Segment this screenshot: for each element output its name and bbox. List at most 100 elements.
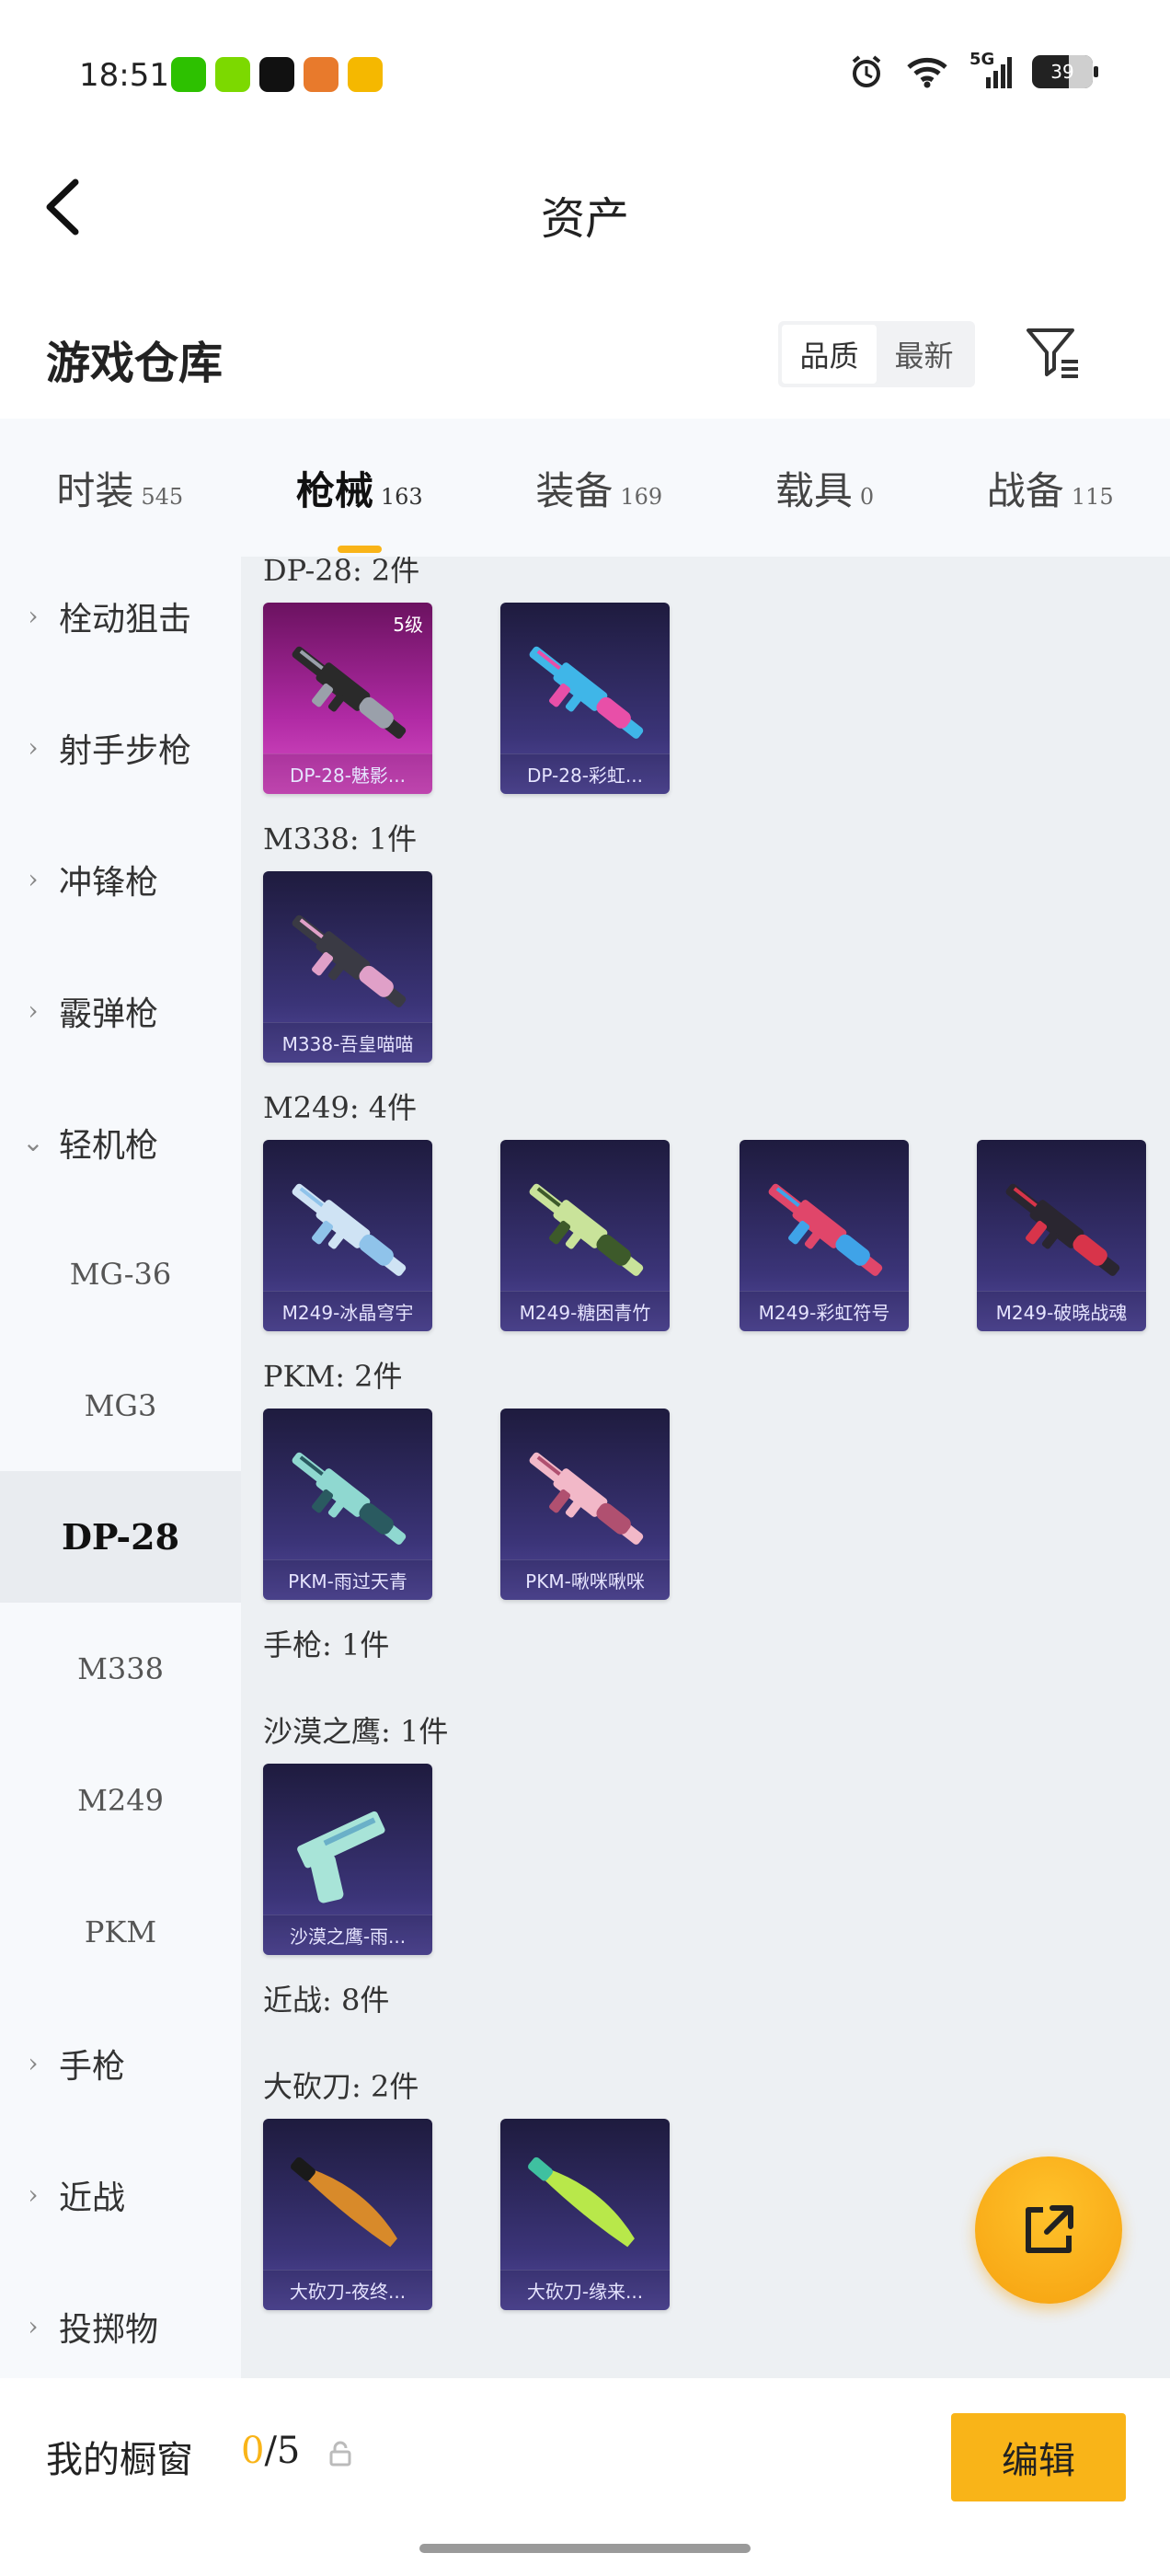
weapon-card[interactable]: M249-糖困青竹 [500,1140,670,1331]
chevron-right-icon: › [28,601,39,631]
sidebar-item-label: 冲锋枪 [59,863,159,902]
tab-count: 169 [620,483,663,510]
sort-toggle: 品质 最新 [778,321,975,387]
sidebar-item-label: PKM [84,1914,157,1949]
weapon-card-label: M338-吾皇喵喵 [263,1022,432,1063]
tab-3[interactable]: 载具 0 [766,460,883,516]
weapon-card-label: PKM-啾咪啾咪 [500,1559,670,1600]
sidebar-item[interactable]: › 栓动狙击 [0,550,241,682]
showcase-current: 0 [241,2430,265,2472]
weapon-card-label: PKM-雨过天青 [263,1559,432,1600]
weapon-card[interactable]: 大砍刀-缘来... [500,2119,670,2310]
game-avatar-icon [304,57,338,92]
tab-2[interactable]: 装备 169 [526,460,671,516]
weapon-card-label: DP-28-彩虹... [500,753,670,794]
sidebar-item[interactable]: › 霰弹枪 [0,945,241,1076]
showcase-total: /5 [264,2430,301,2472]
weapon-card-label: M249-彩虹符号 [740,1291,909,1331]
pistol-image [297,1811,385,1903]
share-button[interactable] [975,2156,1122,2304]
group-label: 大砍刀: 2件 [263,2069,419,2104]
weapon-card[interactable]: M249-彩虹符号 [740,1140,909,1331]
chevron-down-icon: ⌄ [22,1127,44,1157]
battery-icon: 39 [1032,55,1098,88]
weapon-card[interactable]: PKM-啾咪啾咪 [500,1409,670,1600]
tab-count: 0 [859,483,875,510]
status-time: 18:51 [79,57,169,94]
group-label: 沙漠之鹰: 1件 [263,1714,449,1749]
gun-image [768,1183,883,1276]
warehouse-title: 游戏仓库 [46,338,224,389]
level-badge: 5级 [393,614,423,636]
sidebar-item[interactable]: › 射手步枪 [0,682,241,813]
chevron-right-icon: › [28,995,39,1026]
gun-image [292,646,407,739]
sidebar-item[interactable]: M249 [0,1734,241,1866]
showcase-bar: 我的橱窗 0/5 编辑 [0,2378,1170,2576]
tab-label: 装备 [535,467,614,513]
sidebar-item[interactable]: › 手枪 [0,1997,241,2129]
tab-4[interactable]: 战备 115 [978,460,1123,516]
gun-image [1005,1183,1120,1276]
sidebar-item-label: 轻机枪 [59,1126,159,1165]
tab-0[interactable]: 时装 545 [47,460,192,516]
weapon-card[interactable]: PKM-雨过天青 [263,1409,432,1600]
sidebar-item[interactable]: MG3 [0,1340,241,1471]
status-bar: 18:51 5G 39 [0,0,1170,147]
tab-1[interactable]: 枪械 163 [287,460,432,553]
chevron-right-icon: › [28,732,39,763]
sidebar-item[interactable]: DP-28 [0,1471,241,1603]
tab-count: 163 [380,483,423,510]
weapon-card[interactable]: 大砍刀-夜终... [263,2119,432,2310]
filter-button[interactable] [1023,321,1084,382]
sidebar-item-label: 栓动狙击 [59,600,192,638]
group-label: M249: 4件 [263,1090,418,1125]
notification-icons [171,57,383,92]
signal-indicator: 5G [969,50,1012,90]
alarm-icon [852,55,881,87]
gun-image [529,1452,644,1545]
tab-label: 战备 [986,467,1064,513]
category-tabs: 时装 545 枪械 163 装备 169 载具 0 战备 115 [0,419,1170,557]
sidebar-item-label: MG3 [84,1387,157,1423]
chevron-right-icon: › [28,2048,39,2078]
weapon-card[interactable]: 沙漠之鹰-雨... [263,1764,432,1955]
sidebar-item[interactable]: ⌄ 轻机枪 [0,1076,241,1208]
lock-icon [329,2441,351,2467]
sidebar-item-label: 投掷物 [59,2310,159,2349]
sidebar-item[interactable]: › 近战 [0,2129,241,2260]
sidebar-item[interactable]: PKM [0,1866,241,1997]
edit-button[interactable]: 编辑 [951,2413,1126,2501]
weapon-card-label: 大砍刀-夜终... [263,2270,432,2310]
sidebar-item[interactable]: MG-36 [0,1208,241,1340]
weapon-card[interactable]: M338-吾皇喵喵 [263,871,432,1063]
weapon-card[interactable]: M249-破晓战魂 [977,1140,1146,1331]
sort-option-newest[interactable]: 最新 [877,325,971,384]
sidebar-item-label: 射手步枪 [59,731,192,770]
sidebar-item[interactable]: › 投掷物 [0,2260,241,2392]
sidebar-item[interactable]: M338 [0,1603,241,1734]
tab-count: 545 [141,483,184,510]
green-dot-app-icon [215,57,250,92]
sidebar-item-label: M249 [77,1782,164,1818]
assets-page: 18:51 5G 39 资产 游戏仓库 品质 最新 时装 545 枪械 163 装备 16… [0,0,1170,2576]
active-tab-indicator [337,545,382,553]
gun-image [529,646,644,739]
showcase-label: 我的橱窗 [46,2439,193,2481]
blade-image [528,2156,635,2248]
sidebar-item[interactable]: › 冲锋枪 [0,813,241,945]
weapon-card-label: M249-冰晶穹宇 [263,1291,432,1331]
sort-option-quality[interactable]: 品质 [782,325,877,384]
wifi-icon [907,57,947,88]
top-nav: 资产 [0,147,1170,267]
group-label: DP-28: 2件 [263,557,420,588]
page-title: 资产 [540,193,629,245]
showcase-count: 0/5 [241,2430,300,2472]
tab-label: 时装 [56,467,134,513]
home-indicator[interactable] [419,2544,751,2553]
chevron-right-icon: › [28,2179,39,2210]
gun-image [292,1183,407,1276]
weapon-card[interactable]: M249-冰晶穹宇 [263,1140,432,1331]
weapon-card[interactable]: DP-28-彩虹... [500,603,670,794]
weapon-card[interactable]: 5级 DP-28-魅影... [263,603,432,794]
